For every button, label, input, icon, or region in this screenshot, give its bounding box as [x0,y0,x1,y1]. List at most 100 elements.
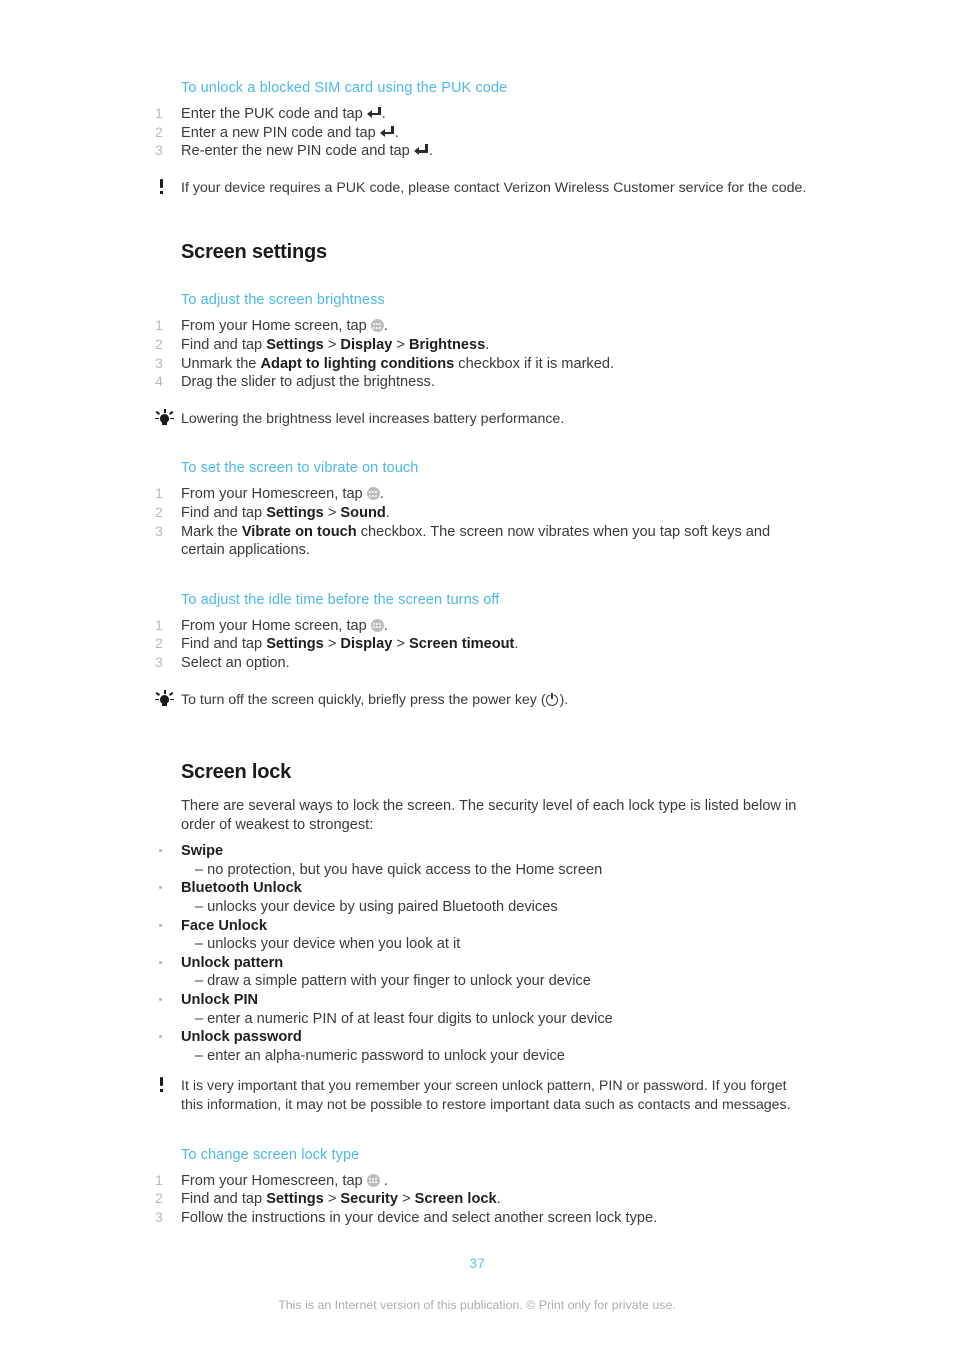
lock-type-description: – enter an alpha-numeric password to unl… [195,1047,565,1064]
step-item: 2 Enter a new PIN code and tap . [150,124,810,143]
step-item: 1 From your Home screen, tap . [150,617,810,636]
step-number: 2 [155,636,163,653]
enter-key-icon [379,125,395,138]
step-number: 1 [155,106,163,122]
step-number: 2 [155,124,163,141]
lock-type-name: Unlock password [181,1029,302,1046]
ui-path-segment: Settings [266,336,324,353]
step-item: 2 Find and tap Settings > Security > Scre… [150,1190,810,1209]
ui-path-segment: Sound [340,504,386,521]
list-item: Unlock PIN – enter a numeric PIN of at l… [150,991,810,1028]
step-item: 3 Unmark the Adapt to lighting conditions… [150,355,810,374]
lock-type-name: Unlock PIN [181,992,259,1009]
step-text-tail: . [379,1172,388,1189]
lock-type-description: – enter a numeric PIN of at least four d… [195,1010,613,1027]
step-number: 2 [155,504,163,521]
step-text: Find and tap [181,636,267,653]
ui-option-label: Adapt to lighting conditions [260,355,455,372]
step-item: 1 From your Homescreen, tap . [150,1172,810,1191]
ui-path-segment: Settings [266,636,324,653]
step-item: 3 Mark the Vibrate on touch checkbox. The… [150,523,810,560]
page-content: To unlock a blocked SIM card using the P… [150,78,810,1227]
step-text: Unmark the [181,355,261,372]
ui-path-segment: Settings [266,1191,324,1208]
path-separator: > [398,1191,415,1208]
step-item: 3 Re-enter the new PIN code and tap . [150,142,810,161]
list-item: Face Unlock – unlocks your device when y… [150,917,810,954]
lock-type-name: Bluetooth Unlock [181,880,302,897]
step-item: 1 Enter the PUK code and tap . [150,105,810,124]
section-heading-change-lock-type: To change screen lock type [181,1146,360,1163]
step-number: 1 [155,617,163,634]
step-text-tail: . [496,1191,501,1208]
step-number: 3 [155,355,163,372]
step-number: 1 [155,318,163,335]
step-text: Enter a new PIN code and tap [181,124,380,141]
lock-type-list: Swipe – no protection, but you have quic… [150,842,810,1065]
step-text: Re-enter the new PIN code and tap [181,143,414,160]
note-text: It is very important that you remember y… [181,1078,791,1113]
list-item: Unlock pattern – draw a simple pattern w… [150,954,810,991]
step-number: 3 [155,1209,163,1226]
path-separator: > [323,504,341,521]
step-list-change-lock-type: 1 From your Homescreen, tap . 2 Find and t… [150,1172,810,1228]
step-number: 3 [155,654,163,671]
step-item: 1 From your Homescreen, tap . [150,485,810,504]
lock-type-name: Swipe [181,843,224,860]
step-item: 4 Drag the slider to adjust the brightnes… [150,373,810,392]
step-text-tail: . [383,318,388,335]
step-number: 4 [155,374,163,391]
path-separator: > [323,636,341,653]
list-item: Swipe – no protection, but you have quic… [150,842,810,879]
section-heading-idle-time: To adjust the idle time before the scree… [181,591,500,608]
step-item: 1 From your Home screen, tap . [150,317,810,336]
lock-type-description: – unlocks your device when you look at i… [195,936,461,953]
lock-type-description: – unlocks your device by using paired Bl… [195,899,558,916]
step-text: From your Home screen, tap [181,617,371,634]
page-number: 37 [469,1255,485,1271]
bullet-dot-icon [159,923,162,927]
app-drawer-icon [370,618,384,632]
step-text-tail: . [385,504,390,521]
step-number: 3 [155,523,163,540]
path-separator: > [392,336,409,353]
step-text: Find and tap [181,504,267,521]
step-text-tail: . [394,124,399,141]
note-idle-time-tip: To turn off the screen quickly, briefly … [150,689,810,710]
step-number: 1 [155,486,163,503]
step-text-tail: . [383,617,388,634]
step-text: Select an option. [181,654,290,671]
step-item: 2 Find and tap Settings > Sound. [150,504,810,523]
note-text: To turn off the screen quickly, briefly … [181,691,546,708]
step-list-vibrate: 1 From your Homescreen, tap . 2 Find and t… [150,485,810,559]
app-drawer-icon [370,319,384,333]
step-item: 3 Follow the instructions in your device … [150,1209,810,1228]
note-screen-lock-warning: It is very important that you remember y… [150,1077,810,1114]
bullet-dot-icon [159,849,162,853]
lock-type-name: Unlock pattern [181,954,284,971]
step-text: From your Home screen, tap [181,318,371,335]
path-separator: > [323,336,341,353]
screen-lock-intro: There are several ways to lock the scree… [181,798,797,833]
step-text: Follow the instructions in your device a… [181,1209,658,1226]
step-text: From your Homescreen, tap [181,486,367,503]
list-item: Bluetooth Unlock – unlocks your device b… [150,879,810,916]
lock-type-name: Face Unlock [181,917,267,934]
step-list-puk: 1 Enter the PUK code and tap . 2 Enter a n… [150,105,810,161]
step-text: From your Homescreen, tap [181,1172,367,1189]
step-text-tail: . [428,143,433,160]
light-bulb-tip-icon [155,408,176,428]
lock-type-description: – no protection, but you have quick acce… [195,861,603,878]
path-separator: > [392,636,409,653]
step-text: Find and tap [181,1191,267,1208]
section-heading-brightness: To adjust the screen brightness [181,292,385,309]
step-text: Find and tap [181,336,267,353]
bullet-dot-icon [159,1035,162,1039]
note-text-tail: ). [559,691,569,708]
ui-path-segment: Settings [266,504,324,521]
step-text-tail: checkbox if it is marked. [454,355,615,372]
step-text-tail: . [379,486,384,503]
enter-key-icon [366,107,382,119]
manual-page: To unlock a blocked SIM card using the P… [0,0,954,1350]
step-list-idle-time: 1 From your Home screen, tap . 2 Find and … [150,617,810,673]
